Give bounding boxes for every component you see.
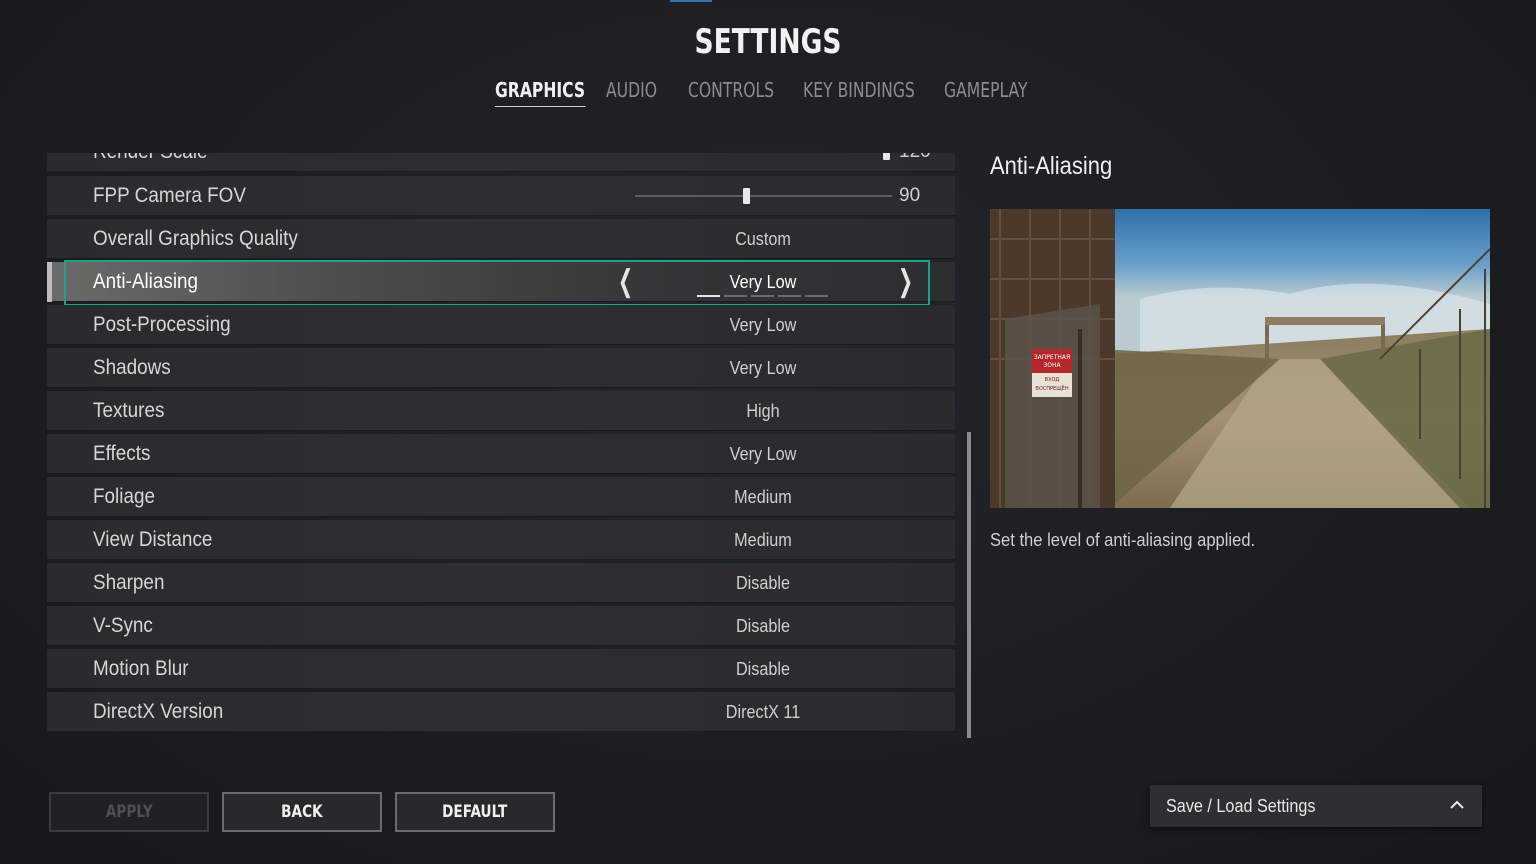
setting-row-render-scale[interactable]: Render Scale 120	[47, 153, 955, 172]
level-bar	[724, 295, 747, 297]
save-load-label: Save / Load Settings	[1166, 796, 1316, 816]
chevron-up-icon	[1450, 800, 1464, 809]
setting-label: V-Sync	[93, 614, 153, 637]
slider-thumb[interactable]	[743, 188, 750, 204]
sign-line-4: ВОСПРЕЩЁН	[1035, 385, 1068, 392]
tab-audio[interactable]: AUDIO	[606, 78, 657, 106]
setting-row-motion-blur[interactable]: Motion Blur Disable	[47, 649, 955, 689]
setting-row-directx-version[interactable]: DirectX Version DirectX 11	[47, 692, 955, 732]
level-bar	[697, 295, 720, 297]
sign-line-2: ЗОНА	[1043, 362, 1061, 369]
apply-button[interactable]: APPLY	[49, 792, 209, 832]
setting-label: Sharpen	[93, 571, 165, 594]
back-label: BACK	[281, 802, 323, 822]
setting-value: Custom	[735, 229, 791, 249]
setting-value: High	[746, 401, 780, 421]
default-label: DEFAULT	[442, 802, 508, 822]
setting-row-sharpen[interactable]: Sharpen Disable	[47, 563, 955, 603]
settings-scrollbar[interactable]	[967, 432, 971, 738]
save-load-settings-dropdown[interactable]: Save / Load Settings	[1150, 785, 1482, 827]
apply-label: APPLY	[105, 802, 153, 822]
level-bar	[805, 295, 828, 297]
setting-label: Foliage	[93, 485, 156, 508]
chevron-right-icon[interactable]: ❯	[898, 262, 913, 302]
tab-gameplay[interactable]: GAMEPLAY	[944, 78, 1028, 106]
level-bar	[778, 295, 801, 297]
setting-label: Textures	[93, 399, 165, 422]
preview-scene: ЗАПРЕТНАЯ ЗОНА ВХОД ВОСПРЕЩЁН	[990, 209, 1490, 508]
setting-value: Very Low	[729, 315, 797, 335]
setting-label: Render Scale	[93, 153, 208, 172]
setting-label: View Distance	[93, 528, 213, 551]
preview-image: ЗАПРЕТНАЯ ЗОНА ВХОД ВОСПРЕЩЁН	[990, 209, 1490, 508]
setting-value: Medium	[734, 530, 792, 550]
tab-controls[interactable]: CONTROLS	[688, 78, 774, 106]
setting-label: Anti-Aliasing	[93, 270, 199, 293]
setting-row-post-processing[interactable]: Post-Processing Very Low	[47, 305, 955, 345]
setting-row-effects[interactable]: Effects Very Low	[47, 434, 955, 474]
setting-label: Motion Blur	[93, 657, 189, 680]
settings-list: Render Scale 120 FPP Camera FOV 90 Overa…	[47, 153, 955, 735]
sign-line-3: ВХОД	[1045, 377, 1060, 383]
description-text: Set the level of anti-aliasing applied.	[990, 530, 1256, 550]
setting-row-v-sync[interactable]: V-Sync Disable	[47, 606, 955, 646]
tab-graphics[interactable]: GRAPHICS	[495, 78, 586, 107]
setting-row-view-distance[interactable]: View Distance Medium	[47, 520, 955, 560]
setting-label: FPP Camera FOV	[93, 184, 246, 207]
slider-thumb[interactable]	[883, 153, 890, 160]
setting-row-shadows[interactable]: Shadows Very Low	[47, 348, 955, 388]
fov-slider[interactable]	[635, 188, 892, 204]
level-indicator	[697, 295, 829, 297]
selection-marker	[47, 262, 52, 302]
tab-key-bindings[interactable]: KEY BINDINGS	[803, 78, 915, 106]
chevron-left-icon[interactable]: ❮	[618, 262, 633, 302]
setting-row-foliage[interactable]: Foliage Medium	[47, 477, 955, 517]
top-accent-bar	[670, 0, 712, 2]
setting-label: Shadows	[93, 356, 171, 379]
setting-value: Very Low	[729, 444, 797, 464]
setting-row-anti-aliasing[interactable]: Anti-Aliasing ❮ Very Low ❯	[47, 260, 955, 306]
slider-value: 120	[899, 153, 931, 172]
setting-value: Disable	[735, 573, 791, 593]
slider-value: 90	[899, 185, 921, 206]
setting-row-overall-graphics-quality[interactable]: Overall Graphics Quality Custom	[47, 219, 955, 259]
setting-value: Very Low	[729, 358, 797, 378]
settings-tabs: GRAPHICS AUDIO CONTROLS KEY BINDINGS GAM…	[0, 78, 1536, 110]
description-title: Anti-Aliasing	[990, 152, 1113, 180]
level-bar	[751, 295, 774, 297]
setting-label: Effects	[93, 442, 151, 465]
setting-value: Disable	[735, 659, 791, 679]
setting-label: DirectX Version	[93, 700, 224, 723]
setting-row-fpp-camera-fov[interactable]: FPP Camera FOV 90	[47, 176, 955, 216]
setting-label: Post-Processing	[93, 313, 231, 336]
setting-value: Disable	[735, 616, 791, 636]
setting-value: DirectX 11	[725, 702, 801, 722]
default-button[interactable]: DEFAULT	[395, 792, 555, 832]
setting-label: Overall Graphics Quality	[93, 227, 298, 250]
page-title: SETTINGS	[694, 22, 842, 62]
sign-line-1: ЗАПРЕТНАЯ	[1034, 354, 1070, 361]
setting-row-textures[interactable]: Textures High	[47, 391, 955, 431]
back-button[interactable]: BACK	[222, 792, 382, 832]
setting-value: Medium	[734, 487, 792, 507]
